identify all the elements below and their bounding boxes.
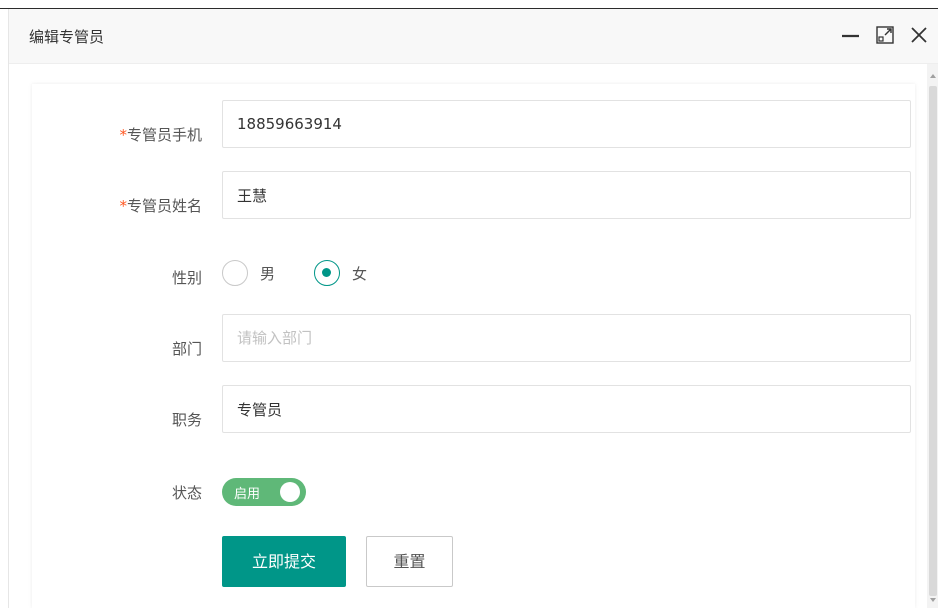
form-panel: *专管员手机 *专管员姓名 性别 男 女 部门 职务 状态 启用 [32, 84, 915, 608]
switch-knob [280, 482, 300, 502]
submit-button[interactable]: 立即提交 [222, 536, 346, 587]
reset-button[interactable]: 重置 [366, 536, 453, 587]
name-label-text: 专管员姓名 [126, 197, 202, 215]
maximize-icon [876, 26, 894, 44]
required-mark: * [119, 197, 127, 215]
name-label: *专管员姓名 [32, 195, 202, 216]
department-input[interactable] [222, 314, 911, 362]
position-input[interactable] [222, 385, 911, 433]
close-icon [911, 27, 927, 43]
edit-manager-dialog: 编辑专管员 *专管员手机 *专管员姓名 [8, 9, 938, 608]
gender-label: 性别 [171, 269, 202, 287]
phone-label: *专管员手机 [32, 124, 202, 145]
gender-female-label: 女 [352, 265, 368, 283]
minimize-icon [842, 34, 859, 38]
name-input[interactable] [222, 171, 911, 219]
dialog-title: 编辑专管员 [29, 28, 105, 46]
vertical-scrollbar[interactable] [927, 64, 938, 608]
close-button[interactable] [907, 23, 931, 47]
status-label: 状态 [171, 484, 202, 502]
status-switch[interactable]: 启用 [222, 478, 306, 506]
minimize-button[interactable] [839, 23, 863, 47]
scroll-down-arrow-icon[interactable] [930, 598, 936, 602]
maximize-button[interactable] [873, 23, 897, 47]
department-label: 部门 [171, 340, 202, 358]
phone-input[interactable] [222, 100, 911, 148]
required-mark: * [119, 126, 127, 144]
position-label: 职务 [171, 411, 202, 429]
radio-unchecked-icon [222, 260, 248, 286]
scrollbar-thumb[interactable] [929, 86, 937, 596]
phone-label-text: 专管员手机 [126, 126, 202, 144]
status-switch-text: 启用 [234, 487, 261, 502]
gender-radio-male[interactable]: 男 [222, 258, 302, 290]
gender-radio-female[interactable]: 女 [314, 258, 394, 290]
dialog-titlebar: 编辑专管员 [9, 9, 938, 64]
gender-male-label: 男 [260, 265, 276, 283]
radio-checked-icon [314, 260, 340, 286]
scroll-up-arrow-icon[interactable] [930, 74, 936, 78]
